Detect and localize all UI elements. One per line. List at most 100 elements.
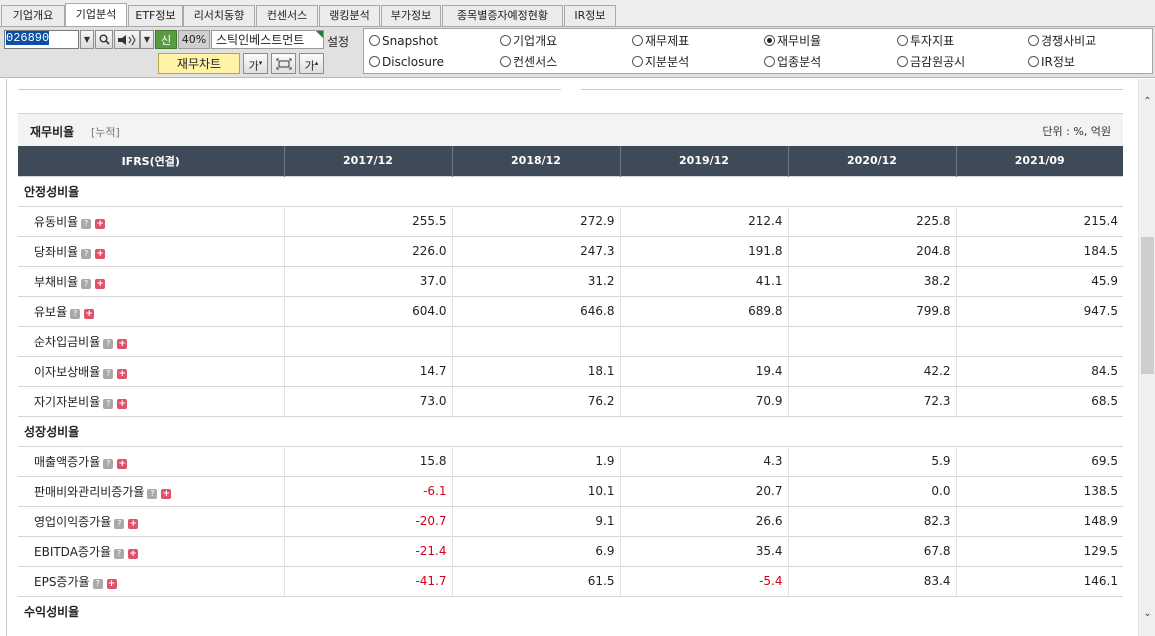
value-cell: 212.4 [619,205,788,236]
help-icon[interactable]: ? [103,398,114,409]
tab-9[interactable]: IR정보 [564,5,616,26]
radio-button-icon[interactable] [369,35,380,46]
radio-option-label: 재무제표 [645,34,690,48]
financial-chart-button[interactable]: 재무차트 [158,53,240,74]
expand-plus-icon[interactable]: + [84,308,95,319]
value-cell: 689.8 [619,295,788,326]
tab-5[interactable]: 컨센서스 [256,5,318,26]
value-cell: 138.5 [955,475,1123,506]
radio-button-icon[interactable] [500,35,511,46]
value-cell: 947.5 [955,295,1123,326]
help-icon[interactable]: ? [103,338,114,349]
header-accounting-standard: IFRS(연결) [18,146,284,176]
help-icon[interactable]: ? [81,248,92,259]
tab-7[interactable]: 부가정보 [381,5,441,26]
section-header: 재무비율 [누적] 단위 : %, 억원 [18,113,1123,146]
radio-option-label: 기업개요 [513,34,558,48]
row-label: 자기자본비율 [34,394,101,409]
table-row: 자기자본비율? +73.0 76.2 70.9 72.3 68.5 [18,385,1123,416]
speaker-icon[interactable] [114,30,140,49]
radio-option-6[interactable]: 경쟁사비교 [1028,34,1096,48]
radio-button-icon[interactable] [1028,56,1039,67]
radio-button-icon[interactable] [1028,35,1039,46]
financial-ratio-table: IFRS(연결) 2017/12 2018/12 2019/12 2020/12 2021… [18,146,1123,626]
expand-plus-icon[interactable]: + [117,398,128,409]
radio-option-9[interactable]: 지분분석 [632,55,689,69]
help-icon[interactable]: ? [114,518,125,529]
stock-code-input[interactable]: 026890 [4,30,79,49]
value-cell [283,325,452,356]
fit-screen-icon[interactable] [271,53,296,74]
radio-option-8[interactable]: 컨센서스 [500,55,557,69]
section-title: 재무비율 [30,125,75,139]
radio-button-icon[interactable] [897,56,908,67]
expand-plus-icon[interactable]: + [128,518,139,529]
radio-option-1[interactable]: Snapshot [369,34,438,48]
value-cell: -21.4 [283,535,452,566]
radio-option-2[interactable]: 기업개요 [500,34,557,48]
expand-plus-icon[interactable]: + [117,368,128,379]
radio-option-12[interactable]: IR정보 [1028,55,1075,69]
radio-option-11[interactable]: 금감원공시 [897,55,965,69]
expand-plus-icon[interactable]: + [95,248,106,259]
value-cell: 83.4 [787,565,956,596]
tab-6[interactable]: 랭킹분석 [319,5,380,26]
expand-plus-icon[interactable]: + [117,458,128,469]
row-label: 판매비와관리비증가율 [34,484,145,499]
font-increase-button[interactable]: 가▴ [299,53,324,74]
value-cell: 225.8 [787,205,956,236]
radio-option-3[interactable]: 재무제표 [632,34,689,48]
tab-8[interactable]: 종목별증자예정현황 [442,5,563,26]
value-cell: 255.5 [283,205,452,236]
value-cell: 26.6 [619,505,788,536]
radio-option-10[interactable]: 업종분석 [764,55,821,69]
font-decrease-label: 가 [248,59,259,73]
help-icon[interactable]: ? [81,278,92,289]
expand-plus-icon[interactable]: + [95,218,106,229]
value-cell: 215.4 [955,205,1123,236]
value-cell: 204.8 [787,235,956,266]
tab-4[interactable]: 리서치동향 [183,5,255,26]
scroll-thumb[interactable] [1141,237,1154,374]
expand-plus-icon[interactable]: + [117,338,128,349]
code-dropdown-button[interactable]: ▼ [80,30,94,49]
settings-button[interactable]: 설정 [327,33,349,50]
speaker-dropdown-button[interactable]: ▼ [140,30,154,49]
font-decrease-button[interactable]: 가▾ [243,53,268,74]
expand-plus-icon[interactable]: + [161,488,172,499]
radio-button-icon[interactable] [632,35,643,46]
help-icon[interactable]: ? [81,218,92,229]
help-icon[interactable]: ? [147,488,158,499]
tab-2[interactable]: 기업분석 [65,3,127,27]
help-icon[interactable]: ? [103,368,114,379]
value-cell: 76.2 [451,385,620,416]
expand-plus-icon[interactable]: + [95,278,106,289]
expand-plus-icon[interactable]: + [106,578,117,589]
radio-button-icon[interactable] [632,56,643,67]
vertical-scrollbar[interactable]: ⌃ ⌄ [1138,79,1155,636]
expand-plus-icon[interactable]: + [128,548,139,559]
help-icon[interactable]: ? [103,458,114,469]
help-icon[interactable]: ? [114,548,125,559]
radio-button-icon[interactable] [500,56,511,67]
search-icon[interactable] [95,30,113,49]
help-icon[interactable]: ? [70,308,81,319]
value-cell: 146.1 [955,565,1123,596]
row-label-cell: 매출액증가율? + [18,445,284,476]
table-row: 유동비율? +255.5 272.9 212.4 225.8 215.4 [18,205,1123,236]
radio-button-icon[interactable] [897,35,908,46]
radio-option-4[interactable]: 재무비율 [764,34,821,48]
scroll-up-icon[interactable]: ⌃ [1139,93,1155,110]
group-label: 수익성비율 [18,595,1123,626]
radio-option-label: 재무비율 [777,34,822,48]
tab-3[interactable]: ETF정보 [128,5,183,26]
value-cell: -41.7 [283,565,452,596]
radio-option-7[interactable]: Disclosure [369,55,444,69]
help-icon[interactable]: ? [92,578,103,589]
radio-button-icon[interactable] [764,35,775,46]
radio-button-icon[interactable] [369,56,380,67]
scroll-down-icon[interactable]: ⌄ [1139,605,1155,622]
radio-button-icon[interactable] [764,56,775,67]
tab-1[interactable]: 기업개요 [1,5,65,26]
radio-option-5[interactable]: 투자지표 [897,34,954,48]
